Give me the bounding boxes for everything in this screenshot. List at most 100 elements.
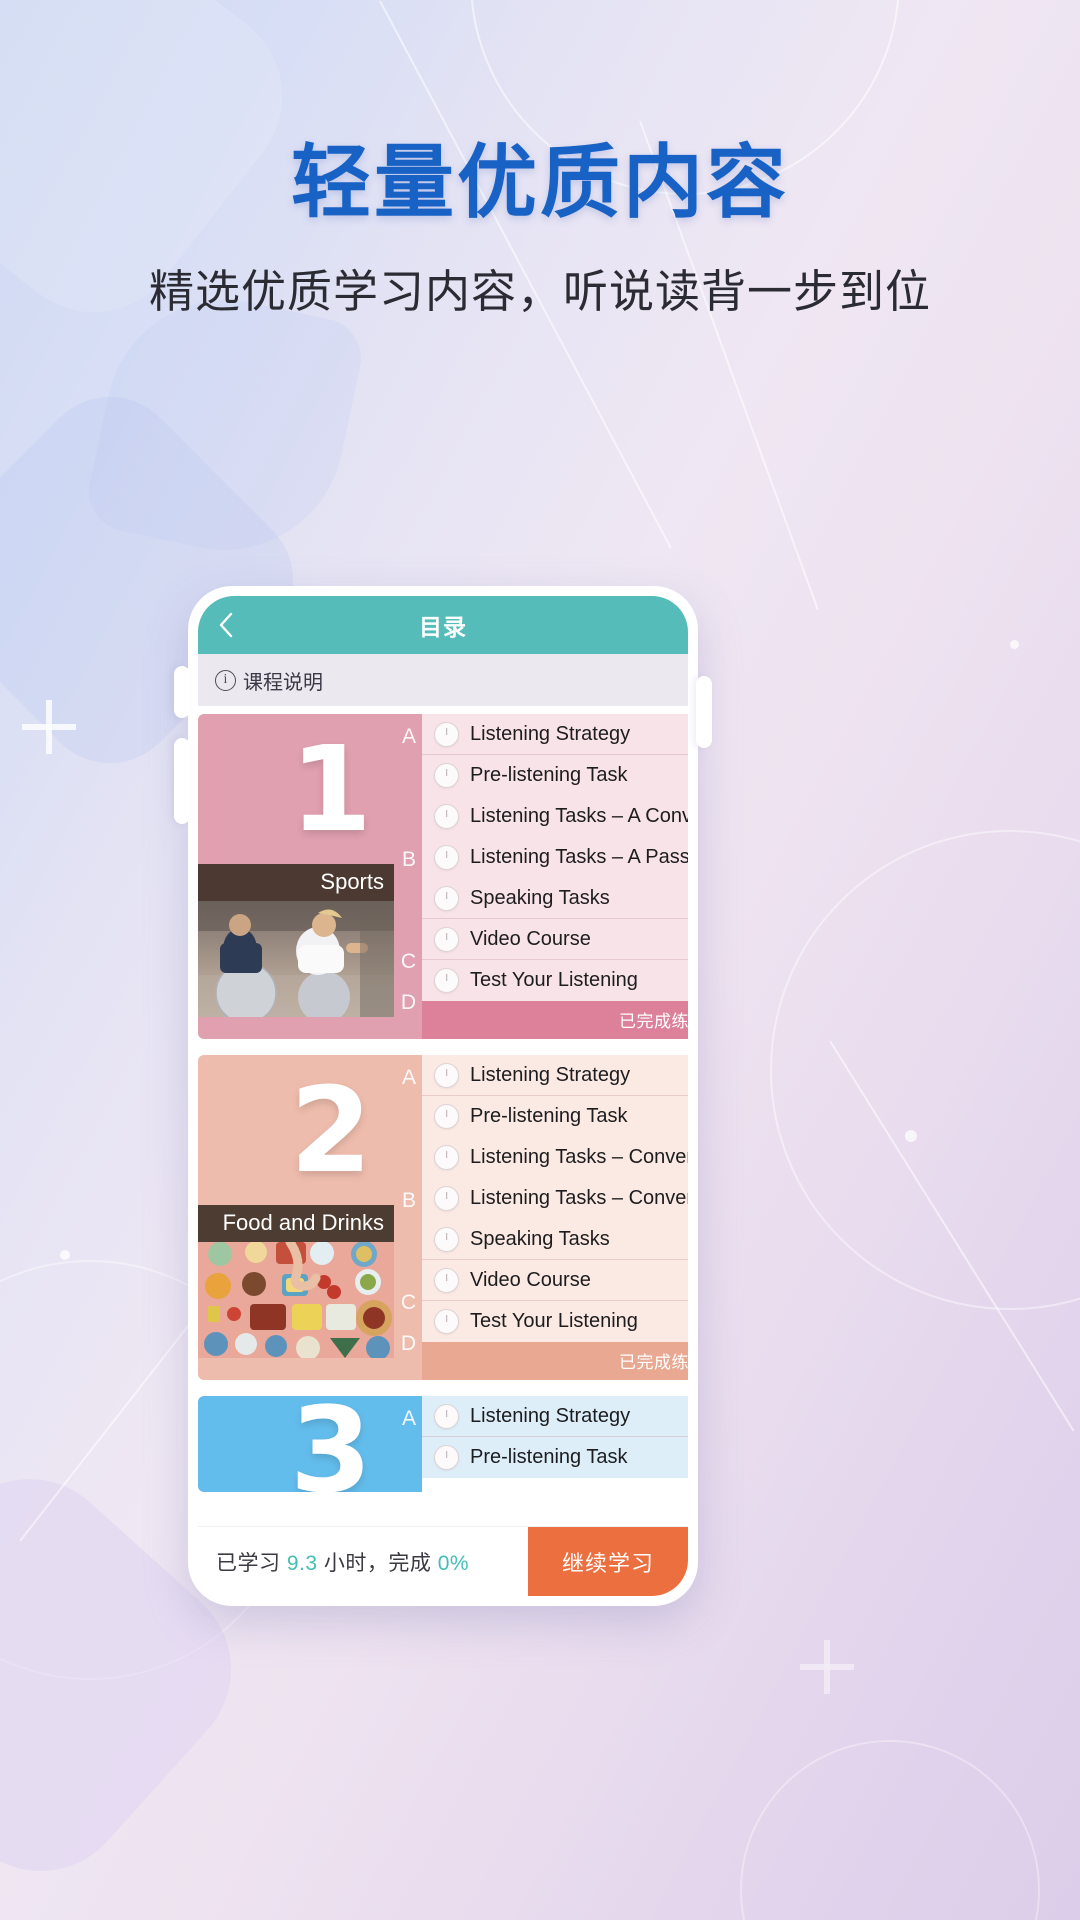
- unit-number-box: 1: [198, 714, 394, 864]
- clock-icon: [434, 722, 459, 747]
- study-progress-text: 已学习 9.3 小时，完成 0%: [198, 1547, 469, 1577]
- unit-number-box: 2: [198, 1055, 394, 1205]
- phone-volume-down-button[interactable]: [174, 738, 190, 824]
- continue-study-button[interactable]: 继续学习: [528, 1526, 688, 1596]
- task-label: Listening Strategy: [470, 1405, 631, 1427]
- task-row[interactable]: Speaking Tasks: [422, 878, 688, 919]
- task-row[interactable]: Video Course: [422, 919, 688, 960]
- unit-number: 3: [289, 1396, 372, 1492]
- clock-icon: [434, 1186, 459, 1211]
- unit-number: 1: [289, 719, 372, 858]
- section-letter: A: [401, 1066, 416, 1089]
- task-label: Pre-listening Task: [470, 1105, 628, 1127]
- section-letter: C: [400, 1291, 416, 1314]
- unit-task-list: Listening Strategy Pre-listening Task Li…: [422, 714, 688, 1039]
- task-row[interactable]: Listening Tasks – Conversation 1: [422, 1137, 688, 1178]
- deco-blob: [81, 277, 369, 573]
- unit-title: Food and Drinks: [198, 1205, 394, 1242]
- task-row[interactable]: Listening Tasks – A Passage: [422, 837, 688, 878]
- unit-cover: 3: [198, 1396, 394, 1492]
- unit-number-box: 3: [198, 1396, 394, 1492]
- task-row[interactable]: Listening Strategy: [422, 1396, 688, 1437]
- section-letter: A: [401, 1407, 416, 1430]
- task-label: Listening Strategy: [470, 723, 631, 745]
- unit-progress-label: 已完成练习：0/7: [422, 1342, 688, 1380]
- clock-icon: [434, 845, 459, 870]
- deco-line: [829, 1040, 1075, 1432]
- study-percent: 0%: [437, 1551, 470, 1575]
- unit-card[interactable]: 2 Food and Drinks A B C D Listening Stra…: [198, 1055, 688, 1380]
- task-label: Listening Tasks – A Conversation: [470, 805, 688, 827]
- unit-task-list: Listening Strategy Pre-listening Task Li…: [422, 1055, 688, 1380]
- unit-task-list: Listening Strategy Pre-listening Task: [422, 1396, 688, 1492]
- deco-circle: [770, 830, 1080, 1310]
- clock-icon: [434, 886, 459, 911]
- study-middle: 小时，完成: [317, 1551, 438, 1575]
- unit-number: 2: [289, 1060, 372, 1199]
- page-title: 目录: [419, 614, 467, 640]
- phone-power-button[interactable]: [696, 676, 712, 748]
- task-label: Listening Tasks – Conversation 2: [470, 1187, 688, 1209]
- phone-volume-up-button[interactable]: [174, 666, 190, 718]
- task-label: Pre-listening Task: [470, 1446, 628, 1468]
- unit-section-letters: A B C D: [394, 714, 422, 1039]
- clock-icon: [434, 968, 459, 993]
- deco-dot: [905, 1130, 917, 1142]
- unit-card[interactable]: 1 Sports A B C D Listening Strategy Pre-…: [198, 714, 688, 1039]
- task-row[interactable]: Test Your Listening: [422, 1301, 688, 1342]
- unit-section-letters: A B C D: [394, 1055, 422, 1380]
- deco-plus-icon: [22, 700, 76, 754]
- unit-cover: 1 Sports: [198, 714, 394, 1039]
- clock-icon: [434, 1404, 459, 1429]
- task-label: Listening Tasks – Conversation 1: [470, 1146, 688, 1168]
- app-navbar: 目录: [198, 596, 688, 654]
- clock-icon: [434, 1104, 459, 1129]
- deco-circle: [740, 1740, 1040, 1920]
- task-row[interactable]: Listening Tasks – A Conversation: [422, 796, 688, 837]
- section-letter: C: [400, 950, 416, 973]
- task-row[interactable]: Listening Strategy: [422, 1055, 688, 1096]
- task-row[interactable]: Test Your Listening: [422, 960, 688, 1001]
- section-letter: D: [400, 991, 416, 1014]
- task-row[interactable]: Listening Tasks – Conversation 2: [422, 1178, 688, 1219]
- task-label: Speaking Tasks: [470, 1228, 610, 1250]
- clock-icon: [434, 1227, 459, 1252]
- unit-card[interactable]: 3 A Listening Strategy Pre-listening Tas…: [198, 1396, 688, 1492]
- unit-cover: 2 Food and Drinks: [198, 1055, 394, 1380]
- task-label: Speaking Tasks: [470, 887, 610, 909]
- course-description-label: 课程说明: [243, 671, 323, 694]
- study-hours: 9.3: [286, 1551, 318, 1575]
- task-row[interactable]: Listening Strategy: [422, 714, 688, 755]
- deco-dot: [60, 1250, 70, 1260]
- task-label: Pre-listening Task: [470, 764, 628, 786]
- clock-icon: [434, 1145, 459, 1170]
- page-headline: 轻量优质内容: [291, 138, 789, 227]
- deco-dot: [1010, 640, 1019, 649]
- food-table-photo: [198, 1242, 394, 1358]
- task-row[interactable]: Video Course: [422, 1260, 688, 1301]
- study-footer-bar: 已学习 9.3 小时，完成 0% 继续学习: [198, 1526, 688, 1596]
- info-circle-icon: i: [215, 669, 236, 691]
- clock-icon: [434, 1268, 459, 1293]
- clock-icon: [434, 763, 459, 788]
- section-letter: A: [401, 725, 416, 748]
- unit-section-letters: A: [394, 1396, 422, 1492]
- task-label: Listening Tasks – A Passage: [470, 846, 688, 868]
- phone-screen: 目录 i 课程说明 1 Sports A B C D Listening Str…: [198, 596, 688, 1596]
- task-row[interactable]: Speaking Tasks: [422, 1219, 688, 1260]
- clock-icon: [434, 1063, 459, 1088]
- clock-icon: [434, 1445, 459, 1470]
- task-row[interactable]: Pre-listening Task: [422, 1096, 688, 1137]
- section-letter: D: [400, 1332, 416, 1355]
- unit-progress-label: 已完成练习：0/7: [422, 1001, 688, 1039]
- section-letter: B: [401, 848, 416, 871]
- section-letter: B: [401, 1189, 416, 1212]
- clock-icon: [434, 804, 459, 829]
- unit-title: Sports: [198, 864, 394, 901]
- task-row[interactable]: Pre-listening Task: [422, 1437, 688, 1478]
- task-label: Test Your Listening: [470, 1310, 638, 1332]
- deco-plus-icon: [800, 1640, 854, 1694]
- unit-list[interactable]: 1 Sports A B C D Listening Strategy Pre-…: [198, 706, 688, 1526]
- task-row[interactable]: Pre-listening Task: [422, 755, 688, 796]
- course-description-bar[interactable]: i 课程说明: [198, 654, 688, 706]
